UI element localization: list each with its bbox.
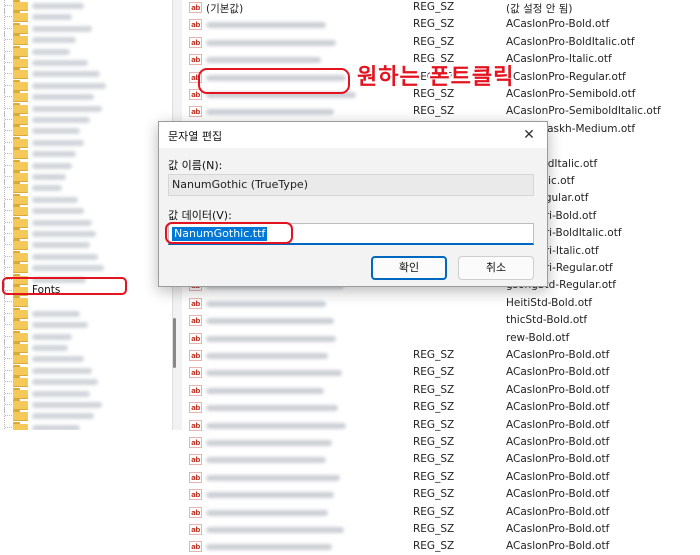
- value-data: ACaslonPro-Bold.otf: [506, 453, 610, 466]
- registry-value-row[interactable]: ab rew-Bold.otf: [182, 330, 700, 347]
- value-data: ACaslonPro-Bold.otf: [506, 383, 610, 396]
- value-data: ACaslonPro-Bold.otf: [506, 436, 610, 448]
- registry-value-row[interactable]: ab REG_SZ ACaslonPro-SemiboldItalic.otf: [182, 103, 700, 120]
- registry-value-row[interactable]: ab REG_SZ ACaslonPro-BoldItalic.otf: [182, 34, 700, 51]
- close-icon[interactable]: ✕: [511, 122, 547, 148]
- tree-scrollbar-thumb[interactable]: [173, 318, 176, 368]
- registry-value-row[interactable]: ab HeitiStd-Bold.otf: [182, 295, 700, 312]
- value-type: REG_SZ: [413, 540, 455, 553]
- string-value-icon: ab: [189, 384, 202, 396]
- registry-value-row[interactable]: ab REG_SZ ACaslonPro-Bold.otf: [182, 417, 700, 434]
- string-value-icon: ab: [189, 36, 202, 48]
- value-data: ACaslonPro-SemiboldItalic.otf: [506, 105, 661, 118]
- value-data: ACaslonPro-Bold.otf: [506, 349, 610, 361]
- value-type: REG_SZ: [413, 105, 455, 118]
- value-type: REG_SZ: [413, 1, 455, 13]
- value-type: REG_SZ: [413, 401, 455, 414]
- value-data: ACaslonPro-Bold.otf: [506, 418, 610, 431]
- value-type: REG_SZ: [413, 366, 455, 379]
- registry-value-row[interactable]: ab REG_SZ ACaslonPro-Bold.otf: [182, 521, 700, 538]
- string-value-icon: ab: [189, 106, 202, 118]
- value-data: ACaslonPro-Bold.otf: [506, 540, 610, 553]
- value-data: ACaslonPro-Bold.otf: [506, 470, 610, 483]
- registry-value-row[interactable]: ab REG_SZ ACaslonPro-Bold.otf: [182, 538, 700, 555]
- value-data: ACaslonPro-Italic.otf: [506, 53, 612, 66]
- registry-value-row[interactable]: ab REG_SZ ACaslonPro-Bold.otf: [182, 399, 700, 416]
- string-value-icon: ab: [189, 350, 202, 361]
- value-name-label: 값 이름(N):: [168, 159, 223, 172]
- string-value-icon: ab: [189, 402, 202, 414]
- string-value-icon: ab: [189, 367, 202, 379]
- registry-value-row[interactable]: ab REG_SZ ACaslonPro-Bold.otf: [182, 16, 700, 33]
- string-value-icon: ab: [189, 19, 202, 31]
- string-value-icon: ab: [189, 524, 202, 535]
- target-row-highlight-box: [198, 68, 350, 94]
- dialog-titlebar[interactable]: 문자열 편집 ✕: [159, 122, 547, 148]
- value-data: HeitiStd-Bold.otf: [506, 296, 592, 309]
- registry-value-row[interactable]: ab REG_SZ ACaslonPro-Bold.otf: [182, 434, 700, 451]
- registry-value-row[interactable]: ab REG_SZ ACaslonPro-Bold.otf: [182, 504, 700, 521]
- annotation-text: 원하는 폰트클릭: [357, 65, 515, 90]
- value-type: REG_SZ: [413, 35, 455, 48]
- string-value-icon: ab: [189, 315, 202, 327]
- string-value-icon: ab: [189, 297, 202, 309]
- registry-value-row[interactable]: ab REG_SZ ACaslonPro-Bold.otf: [182, 451, 700, 468]
- string-value-icon: ab: [189, 332, 202, 344]
- value-type: REG_SZ: [413, 523, 455, 535]
- registry-value-row[interactable]: ab thicStd-Bold.otf: [182, 312, 700, 329]
- value-data: ACaslonPro-Bold.otf: [506, 488, 610, 501]
- value-name: (기본값): [206, 3, 244, 15]
- tree-node[interactable]: [0, 419, 170, 430]
- value-data: (값 설정 안 됨): [506, 3, 573, 15]
- value-data-highlight-box: [165, 222, 293, 244]
- cancel-button[interactable]: 취소: [458, 256, 534, 280]
- value-data: ACaslonPro-Bold.otf: [506, 366, 610, 379]
- value-name-field: NanumGothic (TrueType): [168, 174, 534, 196]
- value-type: REG_SZ: [413, 349, 455, 361]
- value-data: ACaslonPro-BoldItalic.otf: [506, 35, 635, 48]
- value-data: rew-Bold.otf: [506, 331, 570, 344]
- value-data: ACaslonPro-Bold.otf: [506, 523, 610, 535]
- string-value-icon: ab: [189, 419, 202, 431]
- dialog-title: 문자열 편집: [168, 130, 223, 143]
- string-value-icon: ab: [189, 541, 202, 553]
- value-type: REG_SZ: [413, 436, 455, 448]
- value-type: REG_SZ: [413, 453, 455, 466]
- value-type: REG_SZ: [413, 418, 455, 431]
- string-value-icon: ab: [189, 506, 202, 518]
- ok-button[interactable]: 확인: [371, 256, 447, 280]
- string-value-icon: ab: [189, 454, 202, 466]
- value-data: ACaslonPro-Regular.otf: [506, 70, 626, 83]
- value-data: thicStd-Bold.otf: [506, 314, 588, 327]
- registry-value-row[interactable]: ab REG_SZ ACaslonPro-Bold.otf: [182, 382, 700, 399]
- value-data: ACaslonPro-Semibold.otf: [506, 88, 636, 100]
- value-type: REG_SZ: [413, 470, 455, 483]
- registry-value-row[interactable]: ab REG_SZ ACaslonPro-Bold.otf: [182, 486, 700, 503]
- registry-value-row[interactable]: ab REG_SZ ACaslonPro-Bold.otf: [182, 364, 700, 381]
- value-data: ACaslonPro-Bold.otf: [506, 401, 610, 414]
- value-data: ACaslonPro-Bold.otf: [506, 18, 610, 31]
- fonts-highlight-box: [2, 277, 127, 295]
- value-type: REG_SZ: [413, 383, 455, 396]
- string-value-icon: ab: [189, 54, 202, 66]
- folder-icon: [13, 421, 28, 430]
- string-value-icon: ab: [189, 2, 202, 13]
- value-data-label: 값 데이터(V):: [168, 209, 232, 222]
- registry-value-row[interactable]: ab REG_SZ ACaslonPro-Bold.otf: [182, 347, 700, 364]
- string-value-icon: ab: [189, 471, 202, 483]
- registry-value-row[interactable]: ab REG_SZ ACaslonPro-Bold.otf: [182, 469, 700, 486]
- string-value-icon: ab: [189, 489, 202, 501]
- value-type: REG_SZ: [413, 505, 455, 518]
- value-type: REG_SZ: [413, 488, 455, 501]
- string-value-icon: ab: [189, 437, 202, 448]
- registry-tree[interactable]: Fonts: [0, 0, 172, 430]
- edit-string-dialog: 문자열 편집 ✕ 값 이름(N): NanumGothic (TrueType)…: [158, 121, 548, 287]
- value-data: ACaslonPro-Bold.otf: [506, 505, 610, 518]
- registry-value-row[interactable]: ab (기본값) REG_SZ (값 설정 안 됨): [182, 0, 700, 16]
- value-type: REG_SZ: [413, 18, 455, 31]
